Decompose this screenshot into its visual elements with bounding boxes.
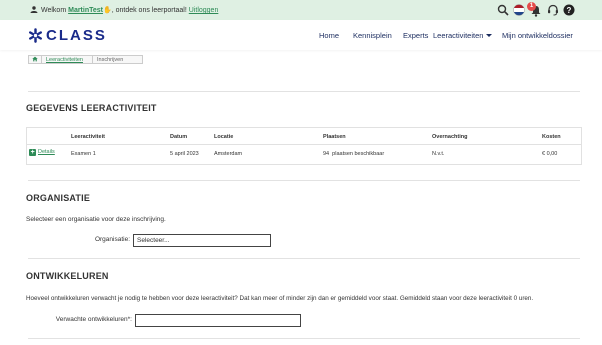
- organisatie-description: Selecteer een organisatie voor deze insc…: [26, 216, 166, 223]
- column-header: Datum: [170, 134, 188, 140]
- breadcrumb-leeractiviteiten[interactable]: Leeractiviteiten: [41, 55, 93, 64]
- column-header: Kosten: [542, 134, 561, 140]
- column-header: Leeractiviteit: [71, 134, 105, 140]
- column-header: Plaatsen: [323, 134, 346, 140]
- logo-mark-icon: [29, 28, 42, 43]
- home-icon: [32, 56, 38, 62]
- cell-locatie: Amsterdam: [214, 151, 243, 157]
- details-link[interactable]: + Details: [29, 149, 55, 156]
- cell-kosten: € 0,00: [542, 151, 558, 157]
- divider: [28, 258, 580, 259]
- chevron-down-icon: [486, 34, 493, 37]
- column-header: Locatie: [214, 134, 234, 140]
- dutch-flag-icon[interactable]: [513, 4, 525, 16]
- support-headset-icon[interactable]: [547, 4, 559, 16]
- divider: [28, 91, 580, 92]
- nav-leeractiviteiten[interactable]: Leeractiviteiten: [433, 31, 493, 40]
- cell-overnachting: N.v.t.: [432, 151, 445, 157]
- cell-leeractiviteit: Examen 1: [71, 151, 96, 157]
- welcome-message: Welkom MartinTest✋, ontdek ons leerporta…: [30, 6, 218, 14]
- user-icon: [30, 6, 38, 13]
- activity-table: Leeractiviteit Datum Locatie Plaatsen Ov…: [26, 127, 582, 165]
- greeting-suffix: , ontdek ons leerportaal!: [111, 7, 187, 14]
- logo-text: CLASS: [46, 27, 107, 44]
- table-header-row: Leeractiviteit Datum Locatie Plaatsen Ov…: [27, 128, 581, 145]
- main-header: CLASS Home Kennisplein Experts Leeractiv…: [0, 20, 602, 50]
- cell-plaatsen: 94 plaatsen beschikbaar: [323, 151, 385, 157]
- help-icon[interactable]: ?: [563, 4, 575, 16]
- divider: [28, 338, 580, 339]
- search-icon[interactable]: [497, 4, 509, 16]
- logout-link[interactable]: Uitloggen: [189, 7, 219, 14]
- organisatie-select[interactable]: [133, 234, 271, 247]
- cell-datum: 5 april 2023: [170, 151, 199, 157]
- svg-text:?: ?: [567, 6, 572, 15]
- details-label: Details: [38, 149, 55, 155]
- ontwikkeluren-description: Hoeveel ontwikkeluren verwacht je nodig …: [26, 295, 534, 302]
- greeting-prefix: Welkom: [41, 7, 69, 14]
- nav-kennisplein[interactable]: Kennisplein: [353, 31, 392, 40]
- column-header: Overnachting: [432, 134, 468, 140]
- notification-badge: 1: [527, 2, 536, 11]
- wave-emoji-icon: ✋: [102, 7, 112, 14]
- ontwikkeluren-input[interactable]: [135, 314, 301, 327]
- nav-mijn-ontwikkeldossier[interactable]: Mijn ontwikkeldossier: [502, 31, 573, 40]
- nav-experts[interactable]: Experts: [403, 31, 428, 40]
- breadcrumb-current: Inschrijven: [92, 55, 143, 64]
- plus-icon: +: [29, 149, 36, 156]
- breadcrumb-home[interactable]: [28, 55, 42, 64]
- nav-leeractiviteiten-label: Leeractiviteiten: [433, 31, 484, 40]
- nav-home[interactable]: Home: [319, 31, 339, 40]
- section-title-ontwikkeluren: ONTWIKKELUREN: [26, 271, 109, 281]
- section-title-organisatie: ORGANISATIE: [26, 193, 91, 203]
- ontwikkeluren-label: Verwachte ontwikkeluren*:: [55, 316, 132, 323]
- divider: [28, 180, 580, 181]
- username-link[interactable]: MartinTest: [68, 7, 103, 14]
- section-title-gegevens: GEGEVENS LEERACTIVITEIT: [26, 103, 157, 113]
- organisatie-label: Organisatie:: [94, 236, 130, 243]
- top-bar: Welkom MartinTest✋, ontdek ons leerporta…: [0, 0, 602, 20]
